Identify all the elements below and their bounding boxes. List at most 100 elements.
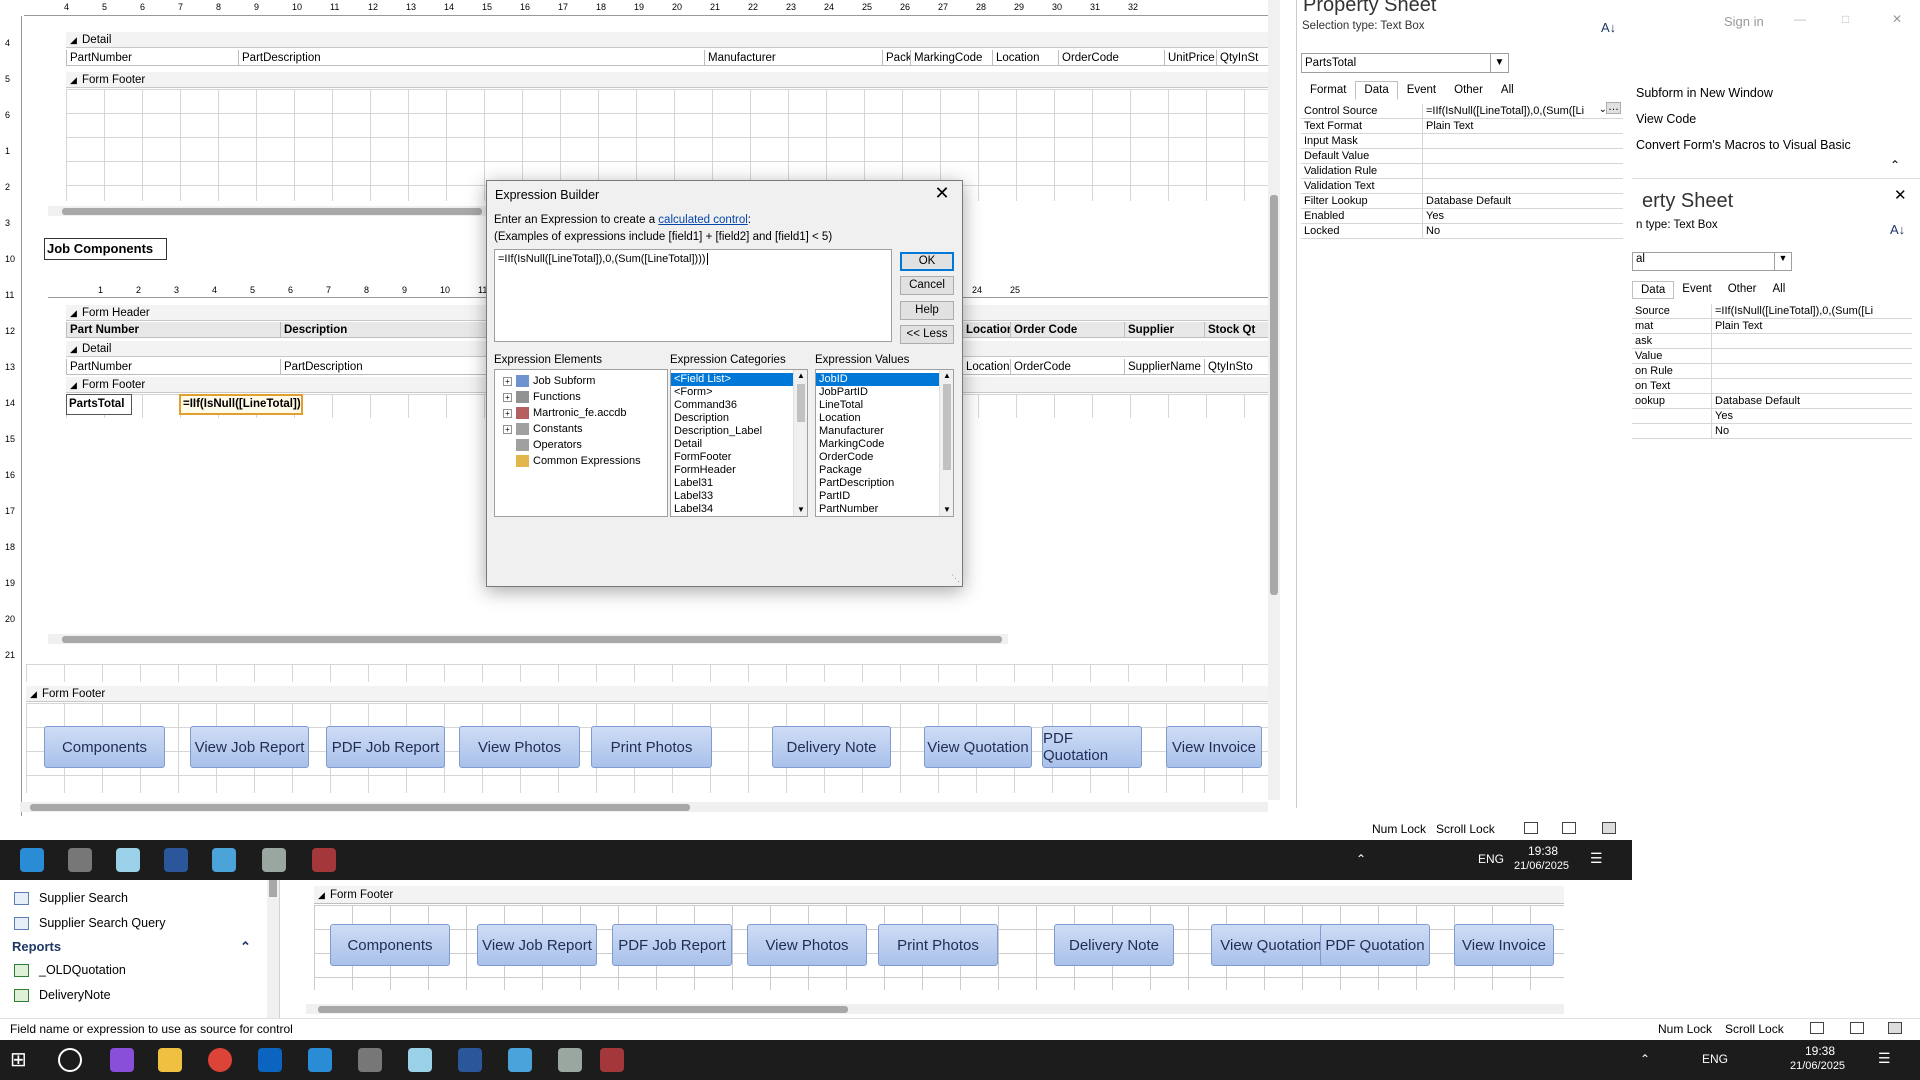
nav-scroll-thumb[interactable] — [269, 879, 277, 897]
print-photos-button[interactable]: Print Photos — [591, 726, 712, 768]
close-icon[interactable]: ✕ — [928, 183, 956, 205]
parts-total-textbox[interactable]: =IIf(IsNull([LineTotal]), — [179, 394, 303, 415]
access-icon[interactable] — [600, 1048, 624, 1072]
property-row[interactable]: Control Source =IIf(IsNull([LineTotal]),0… — [1301, 102, 1623, 119]
expression-values-list[interactable]: JobID JobPartID LineTotal Location Manufactu… — [815, 369, 954, 517]
nav-item-oldquotation[interactable]: _OLDQuotation — [14, 963, 126, 977]
form-view-icon[interactable] — [1524, 822, 1538, 834]
property-row[interactable]: Input Mask — [1301, 134, 1623, 149]
app-icon[interactable] — [558, 1048, 582, 1072]
lower-hscroll-thumb[interactable] — [318, 1006, 848, 1013]
hscroll-thumb[interactable] — [30, 804, 690, 811]
calculated-control-link[interactable]: calculated control — [658, 214, 748, 226]
property-row[interactable]: on Rule — [1632, 364, 1912, 379]
tab-event[interactable]: Event — [1398, 81, 1445, 100]
list-item[interactable]: FormFooter — [671, 451, 793, 464]
pdf-job-report-button[interactable]: PDF Job Report — [612, 924, 732, 966]
list-item[interactable]: PartNumber — [816, 503, 939, 516]
property-value[interactable]: No — [1423, 224, 1623, 238]
components-button[interactable]: Components — [44, 726, 165, 768]
windows-start-icon[interactable]: ⊞ — [10, 1048, 34, 1072]
list-item[interactable]: PartDescription — [816, 477, 939, 490]
property-row[interactable]: Text Format Plain Text — [1301, 119, 1623, 134]
property-row[interactable]: Validation Rule — [1301, 164, 1623, 179]
expression-elements-tree[interactable]: + Job Subform + Functions + Martronic_fe.accd… — [494, 369, 668, 517]
tab-other[interactable]: Other — [1445, 81, 1492, 100]
print-photos-button[interactable]: Print Photos — [878, 924, 998, 966]
view-invoice-button[interactable]: View Invoice — [1166, 726, 1262, 768]
main-hscroll[interactable] — [20, 802, 1268, 812]
tree-item[interactable]: + Functions — [503, 389, 667, 405]
hscroll-thumb[interactable] — [62, 636, 1002, 643]
property-value[interactable] — [1712, 364, 1912, 378]
property-value[interactable]: No — [1712, 424, 1912, 438]
cancel-button[interactable]: Cancel — [900, 276, 954, 295]
chevron-down-icon[interactable]: ▼ — [1490, 54, 1508, 72]
main-form-footer-bar[interactable]: ◢ Form Footer — [26, 686, 1268, 702]
view-photos-button[interactable]: View Photos — [747, 924, 867, 966]
vscroll-thumb[interactable] — [1270, 195, 1278, 595]
taskbar-time[interactable]: 19:38 — [1528, 844, 1558, 858]
list-item[interactable]: Command36 — [671, 399, 793, 412]
list-item[interactable]: Label34 — [671, 503, 793, 516]
field-control[interactable]: Order Code — [1010, 322, 1124, 338]
camera-icon[interactable] — [358, 1048, 382, 1072]
control-combo[interactable]: al ▼ — [1632, 252, 1792, 271]
pdf-job-report-button[interactable]: PDF Job Report — [326, 726, 445, 768]
main-vscroll[interactable] — [1268, 0, 1280, 800]
tab-event[interactable]: Event — [1674, 281, 1719, 299]
resize-grip-icon[interactable]: ⋱ — [951, 573, 960, 584]
selected-control-combo[interactable]: PartsTotal ▼ — [1301, 53, 1509, 73]
convert-macros[interactable]: Convert Form's Macros to Visual Basic — [1636, 138, 1851, 152]
nav-scrollbar[interactable] — [267, 875, 279, 1020]
property-row[interactable]: Enabled Yes — [1301, 209, 1623, 224]
app-icon[interactable] — [212, 848, 236, 872]
tree-item[interactable]: + Constants — [503, 421, 667, 437]
property-value[interactable] — [1423, 164, 1623, 178]
app-icon[interactable] — [262, 848, 286, 872]
property-value[interactable] — [1712, 334, 1912, 348]
tab-all[interactable]: All — [1492, 81, 1523, 100]
tab-all[interactable]: All — [1764, 281, 1793, 299]
close-icon[interactable]: ✕ — [1894, 186, 1907, 204]
scroll-up-icon[interactable]: ▲ — [940, 370, 953, 382]
sort-icon[interactable]: A↓ — [1601, 20, 1616, 35]
tab-data[interactable]: Data — [1355, 81, 1398, 100]
property-row[interactable]: Default Value — [1301, 149, 1623, 164]
field-control[interactable]: PartNumber — [66, 359, 280, 375]
view-quotation-button[interactable]: View Quotation — [924, 726, 1032, 768]
expand-plus-icon[interactable]: + — [503, 424, 512, 434]
lower-hscroll[interactable] — [306, 1004, 1564, 1014]
ok-button[interactable]: OK — [900, 252, 954, 271]
less-button[interactable]: << Less — [900, 325, 954, 344]
property-row[interactable]: Filter Lookup Database Default — [1301, 194, 1623, 209]
chevron-up-icon[interactable]: ⌃ — [240, 939, 251, 955]
top-subform-hscroll[interactable] — [48, 206, 488, 216]
nav-group-reports[interactable]: Reports ⌃ — [12, 939, 251, 954]
subform-in-new-window[interactable]: Subform in New Window — [1636, 86, 1773, 100]
list-item[interactable]: JobPartID — [816, 386, 939, 399]
expression-categories-list[interactable]: <Field List> <Form> Command36 Description De… — [670, 369, 808, 517]
word-icon[interactable] — [458, 1048, 482, 1072]
app-icon[interactable] — [508, 1048, 532, 1072]
minimize-icon[interactable]: — — [1794, 12, 1806, 26]
expand-plus-icon[interactable]: + — [503, 376, 512, 386]
layout-view-icon[interactable] — [1562, 822, 1576, 834]
scroll-thumb[interactable] — [797, 384, 805, 422]
property-value[interactable] — [1712, 349, 1912, 363]
list-item[interactable]: <Field List> — [671, 372, 794, 387]
close-window-icon[interactable]: ✕ — [1892, 12, 1902, 26]
property-value[interactable] — [1712, 379, 1912, 393]
field-control[interactable]: Supplier — [1124, 322, 1204, 338]
taskbar-time[interactable]: 19:38 — [1805, 1044, 1835, 1058]
property-row[interactable]: on Text — [1632, 379, 1912, 394]
tab-other[interactable]: Other — [1720, 281, 1765, 299]
job-subform-hscroll[interactable] — [48, 634, 1008, 644]
tab-data[interactable]: Data — [1632, 281, 1675, 299]
property-row[interactable]: ookup Database Default — [1632, 394, 1912, 409]
scroll-thumb[interactable] — [943, 384, 951, 470]
field-control[interactable]: Location — [962, 359, 1010, 375]
view-invoice-button[interactable]: View Invoice — [1454, 924, 1554, 966]
view-job-report-button[interactable]: View Job Report — [477, 924, 597, 966]
property-value[interactable] — [1423, 134, 1623, 148]
